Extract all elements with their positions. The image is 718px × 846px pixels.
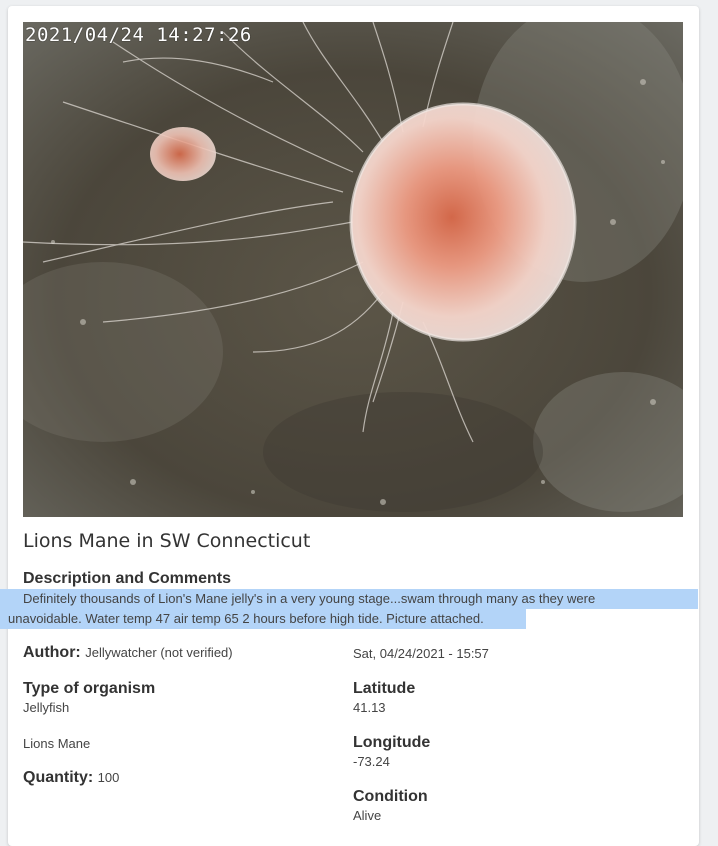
- description-text: Definitely thousands of Lion's Mane jell…: [0, 589, 698, 629]
- photo-timestamp: 2021/04/24 14:27:26: [25, 24, 252, 46]
- species-value: Lions Mane: [23, 736, 91, 751]
- latitude-label: Latitude: [353, 680, 416, 697]
- latitude-value: 41.13: [353, 700, 386, 715]
- quantity-value: 100: [97, 770, 120, 785]
- author-label: Author:: [23, 644, 81, 661]
- author-field: Author: Jellywatcher (not verified): [23, 644, 233, 662]
- jellyfish-image: [23, 22, 683, 517]
- observation-date: Sat, 04/24/2021 - 15:57: [353, 646, 489, 661]
- organism-value: Jellyfish: [23, 700, 70, 715]
- condition-label: Condition: [353, 788, 428, 805]
- quantity-field: Quantity: 100: [23, 769, 119, 787]
- quantity-label: Quantity:: [23, 769, 94, 786]
- organism-label: Type of organism: [23, 680, 156, 697]
- condition-value: Alive: [353, 808, 382, 823]
- observation-photo[interactable]: 2021/04/24 14:27:26: [23, 22, 683, 517]
- description-line-2: unavoidable. Water temp 47 air temp 65 2…: [0, 609, 526, 629]
- longitude-label: Longitude: [353, 734, 431, 751]
- author-value: Jellywatcher (not verified): [85, 645, 233, 660]
- description-heading: Description and Comments: [23, 570, 232, 587]
- longitude-value: -73.24: [353, 754, 390, 769]
- observation-title: Lions Mane in SW Connecticut: [23, 530, 311, 552]
- description-line-1: Definitely thousands of Lion's Mane jell…: [0, 589, 698, 609]
